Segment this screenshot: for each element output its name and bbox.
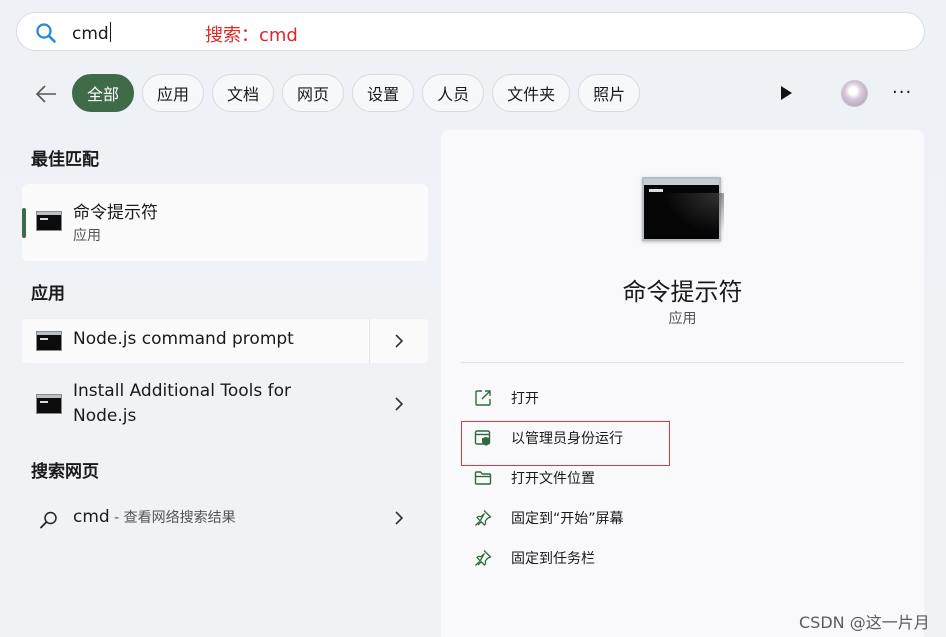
back-arrow-icon[interactable] bbox=[34, 82, 58, 106]
filter-chip-apps[interactable]: 应用 bbox=[142, 74, 205, 112]
filter-chip-photos[interactable]: 照片 bbox=[578, 74, 641, 112]
search-annotation: 搜索：cmd bbox=[205, 25, 298, 46]
best-match-heading: 最佳匹配 bbox=[31, 150, 99, 170]
action-label: 打开文件位置 bbox=[511, 471, 595, 487]
filter-chip-web[interactable]: 网页 bbox=[282, 74, 345, 112]
detail-title: 命令提示符 bbox=[622, 278, 743, 306]
web-search-query: cmd bbox=[73, 507, 110, 527]
command-prompt-icon bbox=[36, 394, 62, 414]
action-open-file-location[interactable]: 打开文件位置 bbox=[473, 466, 595, 490]
filter-chip-all[interactable]: 全部 bbox=[72, 74, 135, 112]
open-external-icon bbox=[475, 390, 491, 406]
best-match-subtitle: 应用 bbox=[73, 228, 101, 244]
highlight-annotation-box bbox=[461, 421, 670, 466]
command-prompt-large-icon bbox=[642, 177, 724, 241]
best-match-title: 命令提示符 bbox=[73, 203, 158, 223]
command-prompt-icon bbox=[36, 331, 62, 351]
list-item-install-additional-tools[interactable]: Install Additional Tools for Node.js bbox=[22, 374, 428, 436]
command-prompt-icon bbox=[36, 211, 62, 231]
action-pin-to-start[interactable]: 固定到“开始”屏幕 bbox=[473, 506, 624, 530]
search-icon bbox=[36, 23, 56, 43]
filter-chip-settings[interactable]: 设置 bbox=[352, 74, 415, 112]
more-options-icon[interactable]: ··· bbox=[892, 84, 912, 102]
chevron-right-icon[interactable] bbox=[394, 397, 404, 411]
search-input[interactable]: cmd bbox=[72, 22, 111, 44]
detail-subtitle: 应用 bbox=[668, 311, 697, 327]
action-label: 打开 bbox=[511, 391, 539, 407]
search-bar[interactable]: cmd 搜索：cmd bbox=[16, 12, 925, 51]
list-item-nodejs-command-prompt[interactable]: Node.js command prompt bbox=[22, 319, 428, 363]
filter-chip-folders[interactable]: 文件夹 bbox=[492, 74, 571, 112]
action-label: 固定到任务栏 bbox=[511, 551, 595, 567]
web-search-label: cmd - 查看网络搜索结果 bbox=[73, 507, 236, 527]
detail-panel: 命令提示符 应用 打开 以管理员身份运行 打开文件位置 固定到“开始”屏幕 固定… bbox=[441, 130, 924, 637]
app-title-line2: Node.js bbox=[73, 406, 137, 426]
pin-icon bbox=[475, 550, 492, 566]
watermark: CSDN @这一片月 bbox=[799, 613, 930, 632]
filter-chips: 全部 应用 文档 网页 设置 人员 文件夹 照片 bbox=[72, 74, 641, 112]
selection-indicator bbox=[22, 208, 26, 238]
action-label: 固定到“开始”屏幕 bbox=[511, 511, 624, 527]
action-pin-to-taskbar[interactable]: 固定到任务栏 bbox=[473, 546, 595, 570]
text-caret bbox=[109, 22, 111, 42]
divider bbox=[369, 319, 370, 363]
chevron-right-icon[interactable] bbox=[394, 334, 404, 348]
app-title-line1: Install Additional Tools for bbox=[73, 381, 291, 401]
folder-icon bbox=[474, 471, 492, 485]
play-icon[interactable] bbox=[779, 85, 793, 101]
web-search-heading: 搜索网页 bbox=[31, 462, 99, 482]
filter-chip-people[interactable]: 人员 bbox=[422, 74, 485, 112]
filter-chip-documents[interactable]: 文档 bbox=[212, 74, 275, 112]
chevron-right-icon[interactable] bbox=[394, 511, 404, 525]
app-title: Node.js command prompt bbox=[73, 329, 294, 349]
divider bbox=[461, 362, 904, 363]
list-item-web-search[interactable]: cmd - 查看网络搜索结果 bbox=[22, 498, 428, 538]
avatar[interactable] bbox=[841, 80, 868, 107]
best-match-item[interactable]: 命令提示符 应用 bbox=[22, 184, 428, 261]
apps-heading: 应用 bbox=[31, 284, 65, 304]
web-search-suffix: - 查看网络搜索结果 bbox=[109, 510, 236, 526]
action-open[interactable]: 打开 bbox=[473, 386, 539, 410]
search-icon bbox=[40, 511, 57, 529]
pin-icon bbox=[475, 510, 492, 526]
